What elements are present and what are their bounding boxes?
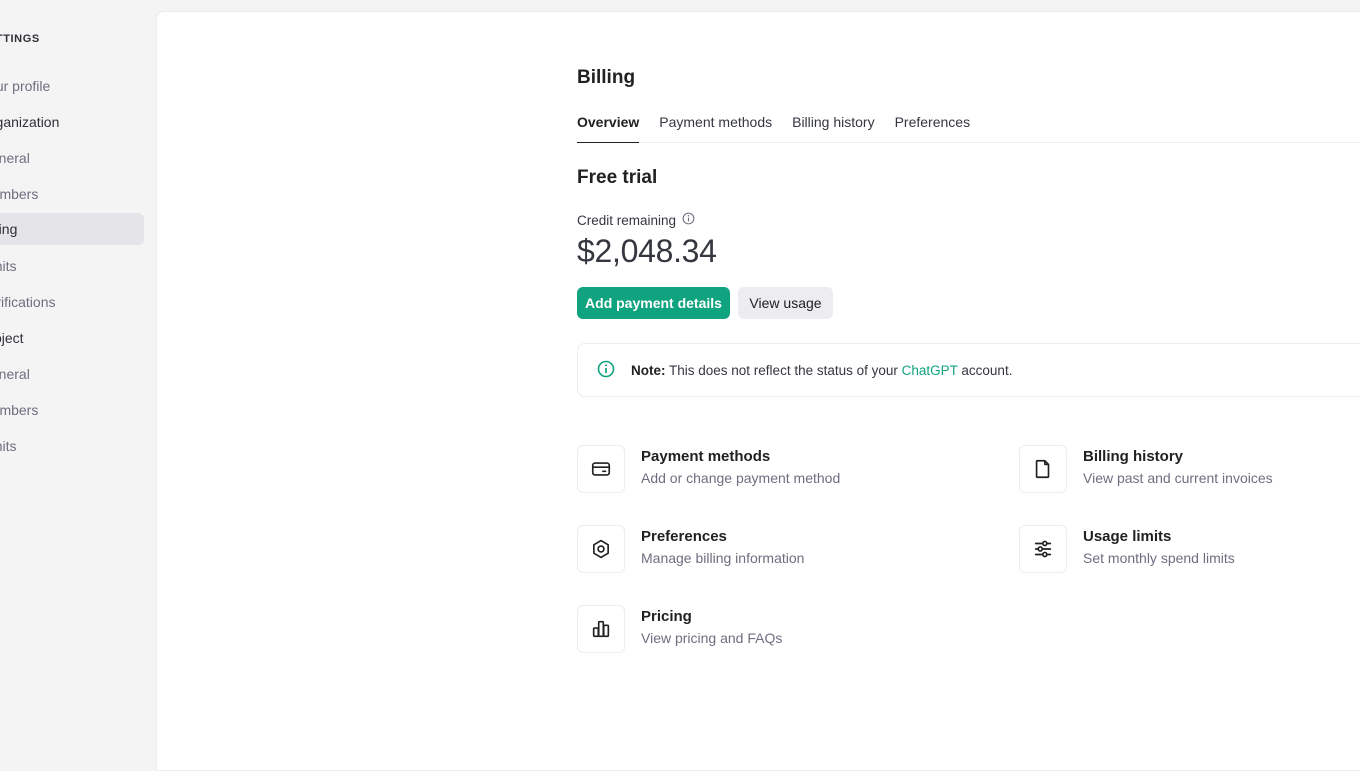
sidebar-item-project-members[interactable]: Members — [0, 394, 144, 426]
tab-overview[interactable]: Overview — [577, 113, 640, 143]
sidebar-heading: SETTINGS — [0, 33, 40, 45]
sidebar-item-org-general[interactable]: General — [0, 142, 144, 174]
credit-label: Credit remaining — [577, 212, 695, 228]
credit-amount: $2,048.34 — [577, 233, 717, 269]
document-icon — [1019, 445, 1067, 493]
tab-payment-methods[interactable]: Payment methods — [659, 113, 772, 143]
tab-billing-history[interactable]: Billing history — [792, 113, 874, 143]
note-prefix: Note: — [631, 362, 666, 378]
card-subtitle: Add or change payment method — [641, 470, 841, 486]
sidebar-item-billing[interactable]: Billing — [0, 213, 144, 245]
main-panel: Billing Overview Payment methods Billing… — [156, 11, 1360, 771]
card-title: Payment methods — [641, 448, 771, 465]
billing-tabs: Overview Payment methods Billing history… — [577, 113, 1360, 143]
plan-title: Free trial — [577, 167, 658, 188]
note-text: Note: This does not reflect the status o… — [631, 363, 1012, 378]
note-body-before: This does not reflect the status of your — [665, 362, 902, 378]
add-payment-details-button[interactable]: Add payment details — [577, 287, 730, 319]
sidebar-item-org-members[interactable]: Members — [0, 178, 144, 210]
chatgpt-link[interactable]: ChatGPT — [902, 363, 958, 378]
bar-chart-icon — [577, 605, 625, 653]
info-icon[interactable] — [676, 212, 695, 228]
sidebar-group-organization[interactable]: Organization — [0, 106, 144, 138]
card-preferences[interactable]: Preferences Manage billing information — [577, 525, 977, 575]
card-pricing[interactable]: Pricing View pricing and FAQs — [577, 605, 977, 655]
sidebar-item-project-limits[interactable]: Limits — [0, 430, 144, 462]
card-billing-history[interactable]: Billing history View past and current in… — [1019, 445, 1360, 495]
card-usage-limits[interactable]: Usage limits Set monthly spend limits — [1019, 525, 1360, 575]
credit-label-text: Credit remaining — [577, 212, 677, 228]
note-banner: Note: This does not reflect the status o… — [577, 343, 1360, 397]
sidebar-item-org-limits[interactable]: Limits — [0, 250, 144, 282]
sidebar-item-your-profile[interactable]: Your profile — [0, 70, 144, 102]
sidebar-item-project-general[interactable]: General — [0, 358, 144, 390]
page-title: Billing — [577, 67, 636, 88]
card-title: Preferences — [641, 528, 727, 545]
gear-icon — [577, 525, 625, 573]
card-title: Billing history — [1083, 448, 1184, 465]
tab-preferences[interactable]: Preferences — [895, 113, 970, 143]
sidebar-group-project[interactable]: Project — [0, 322, 144, 354]
note-body-after: account. — [957, 362, 1013, 378]
sliders-icon — [1019, 525, 1067, 573]
card-subtitle: Manage billing information — [641, 550, 805, 566]
sidebar-item-verifications[interactable]: Verifications — [0, 286, 144, 318]
view-usage-button[interactable]: View usage — [738, 287, 833, 319]
card-icon — [577, 445, 625, 493]
card-payment-methods[interactable]: Payment methods Add or change payment me… — [577, 445, 977, 495]
card-title: Pricing — [641, 608, 692, 625]
card-title: Usage limits — [1083, 528, 1172, 545]
settings-sidebar: SETTINGS Your profile Organization Gener… — [0, 0, 156, 761]
card-subtitle: View past and current invoices — [1083, 470, 1273, 486]
card-subtitle: View pricing and FAQs — [641, 630, 783, 646]
info-circle-icon — [597, 360, 615, 381]
card-subtitle: Set monthly spend limits — [1083, 550, 1235, 566]
